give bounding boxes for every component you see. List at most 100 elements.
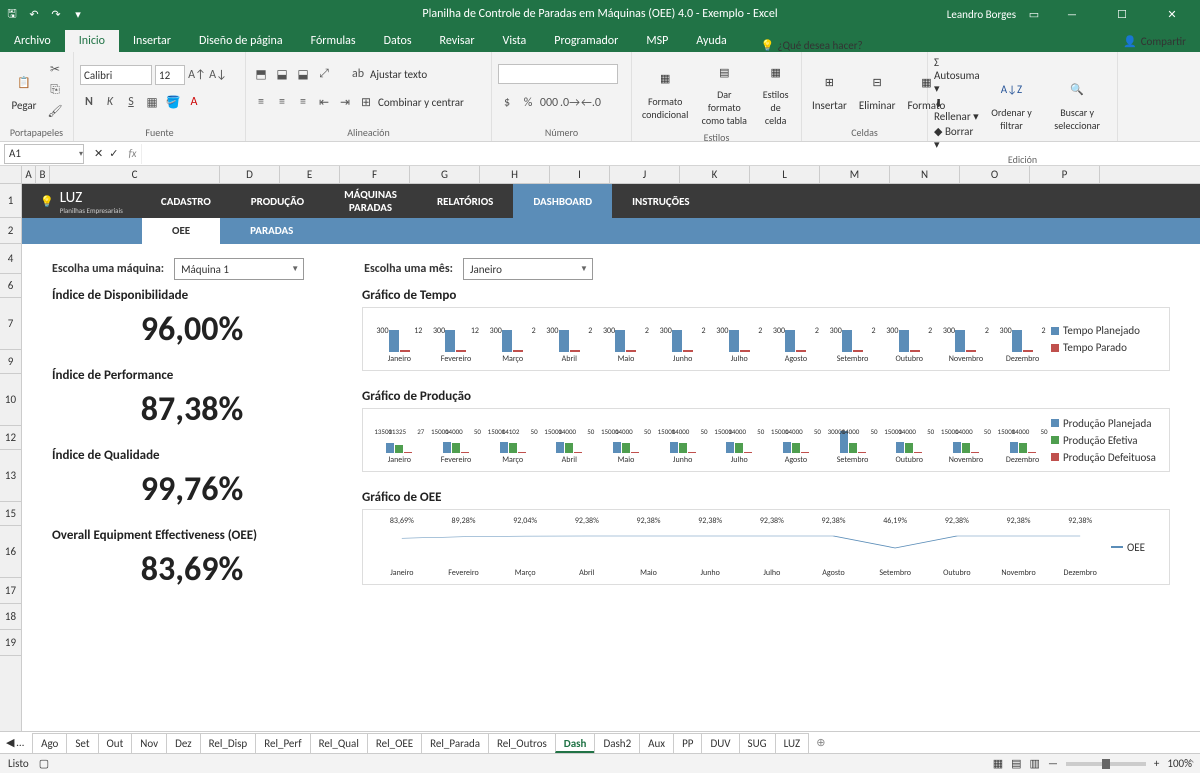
merge-icon[interactable]: ⊞ [357, 93, 375, 111]
qat-customize-icon[interactable]: ▾ [70, 6, 86, 22]
orientation-icon[interactable]: ⤢ [315, 65, 333, 83]
autosum-button[interactable]: Σ Autosuma ▾ [934, 56, 980, 95]
wrap-text-icon[interactable]: ab [349, 65, 367, 83]
row-header[interactable]: 19 [0, 630, 21, 656]
row-header[interactable]: 13 [0, 450, 21, 502]
macro-record-icon[interactable]: ▢ [39, 757, 49, 770]
nav-tab[interactable]: MÁQUINASPARADAS [324, 184, 417, 218]
delete-cells-button[interactable]: ⊟Eliminar [855, 67, 900, 114]
zoom-out-icon[interactable]: — [1048, 757, 1058, 770]
row-header[interactable]: 9 [0, 350, 21, 374]
borders-icon[interactable]: ▦ [143, 93, 161, 111]
wrap-text-label[interactable]: Ajustar texto [370, 68, 427, 81]
sheet-tab[interactable]: Aux [639, 733, 674, 753]
normal-view-icon[interactable]: ▦ [993, 757, 1003, 770]
align-top-icon[interactable]: ⬒ [252, 65, 270, 83]
machine-select[interactable]: Máquina 1▼ [174, 258, 304, 280]
zoom-slider[interactable] [1066, 762, 1146, 766]
sub-tab[interactable]: OEE [142, 218, 220, 244]
nav-tab[interactable]: RELATÓRIOS [417, 184, 513, 218]
decrease-font-icon[interactable]: A↓ [209, 66, 227, 84]
close-button[interactable]: ✕ [1152, 0, 1192, 28]
find-select-button[interactable]: 🔍Buscar y seleccionar [1043, 74, 1111, 134]
font-name-select[interactable] [80, 65, 152, 85]
undo-icon[interactable]: ↶ [26, 6, 42, 22]
cancel-formula-icon[interactable]: ✕ [94, 147, 103, 160]
percent-icon[interactable]: % [519, 94, 537, 112]
align-left-icon[interactable]: ≡ [252, 93, 270, 111]
sheet-tab[interactable]: Out [98, 733, 133, 753]
enter-formula-icon[interactable]: ✓ [109, 147, 118, 160]
sheet-tab[interactable]: DUV [701, 733, 739, 753]
menu-msp[interactable]: MSP [632, 30, 682, 52]
sheet-tab[interactable]: Rel_Outros [488, 733, 556, 753]
merge-label[interactable]: Combinar y centrar [378, 96, 464, 109]
decrease-decimal-icon[interactable]: ←.0 [582, 94, 600, 112]
align-right-icon[interactable]: ≡ [294, 93, 312, 111]
nav-tab[interactable]: PRODUÇÃO [231, 184, 324, 218]
align-center-icon[interactable]: ≡ [273, 93, 291, 111]
sub-tab[interactable]: PARADAS [220, 218, 323, 244]
chart-oee[interactable]: 83,69%Janeiro89,28%Fevereiro92,04%Março9… [362, 509, 1170, 585]
name-box[interactable]: A1▾ [4, 144, 84, 164]
worksheet-content[interactable]: 💡 LUZPlanilhas Empresariais CADASTROPROD… [22, 184, 1200, 731]
menu-archivo[interactable]: Archivo [0, 30, 65, 52]
maximize-button[interactable]: ☐ [1102, 0, 1142, 28]
row-header[interactable]: 15 [0, 502, 21, 526]
conditional-format-button[interactable]: ▦Formato condicional [638, 63, 692, 123]
chart-producao[interactable]: 135001132527Janeiro150001400050Fevereiro… [362, 408, 1170, 472]
sheet-tab[interactable]: Rel_Parada [421, 733, 489, 753]
col-header[interactable]: E [280, 166, 340, 183]
number-format-select[interactable] [498, 64, 618, 84]
row-header[interactable]: 18 [0, 604, 21, 630]
col-header[interactable]: I [550, 166, 610, 183]
row-header[interactable]: 12 [0, 426, 21, 450]
increase-decimal-icon[interactable]: .0→ [561, 94, 579, 112]
paste-button[interactable]: 📋 Pegar [6, 67, 42, 114]
sheet-tab[interactable]: Dash [555, 733, 596, 753]
col-header[interactable]: D [220, 166, 280, 183]
cut-icon[interactable]: ✂ [46, 60, 64, 78]
select-all-button[interactable] [0, 166, 22, 184]
fill-button[interactable]: ⬇ Rellenar ▾ [934, 97, 980, 123]
sheet-tab[interactable]: Ago [32, 733, 67, 753]
menu-programador[interactable]: Programador [540, 30, 632, 52]
sort-filter-button[interactable]: A↓ZOrdenar y filtrar [984, 74, 1040, 134]
format-table-button[interactable]: ▤Dar formato como tabla [696, 56, 752, 129]
sheet-tab[interactable]: Rel_OEE [367, 733, 422, 753]
font-size-select[interactable] [155, 65, 185, 85]
indent-increase-icon[interactable]: ⇥ [336, 93, 354, 111]
row-header[interactable]: 2 [0, 218, 21, 244]
page-break-icon[interactable]: ▥ [1030, 757, 1040, 770]
clear-button[interactable]: ◆ Borrar ▾ [934, 125, 980, 151]
sheet-tab[interactable]: Dash2 [594, 733, 640, 753]
col-header[interactable]: N [890, 166, 960, 183]
underline-button[interactable]: S [122, 93, 140, 111]
new-sheet-button[interactable]: ⊕ [808, 736, 833, 749]
collapse-ribbon-icon[interactable]: ⌃ [1187, 758, 1196, 771]
fx-icon[interactable]: fx [124, 147, 140, 160]
row-header[interactable]: 17 [0, 578, 21, 604]
nav-tab[interactable]: INSTRUÇÕES [612, 184, 709, 218]
menu-ayuda[interactable]: Ayuda [682, 30, 741, 52]
align-bottom-icon[interactable]: ⬓ [294, 65, 312, 83]
sheet-tab[interactable]: Set [66, 733, 98, 753]
row-header[interactable]: 10 [0, 374, 21, 426]
tell-me-search[interactable]: 💡 ¿Qué desea hacer? [761, 39, 863, 52]
menu-revisar[interactable]: Revisar [426, 30, 489, 52]
menu-diseño de página[interactable]: Diseño de página [185, 30, 297, 52]
sheet-tab[interactable]: Rel_Disp [200, 733, 257, 753]
cell-styles-button[interactable]: ▦Estilos de celda [756, 56, 795, 129]
sheet-tab[interactable]: Rel_Perf [255, 733, 310, 753]
col-header[interactable]: B [36, 166, 50, 183]
italic-button[interactable]: K [101, 93, 119, 111]
format-painter-icon[interactable]: 🖌 [46, 102, 64, 120]
col-header[interactable]: M [820, 166, 890, 183]
nav-tab[interactable]: CADASTRO [141, 184, 231, 218]
col-header[interactable]: P [1030, 166, 1100, 183]
currency-icon[interactable]: $ [498, 94, 516, 112]
row-header[interactable]: 1 [0, 184, 21, 218]
sheet-tab[interactable]: Dez [166, 733, 200, 753]
sheet-tab[interactable]: PP [673, 733, 702, 753]
font-color-icon[interactable]: A [185, 93, 203, 111]
